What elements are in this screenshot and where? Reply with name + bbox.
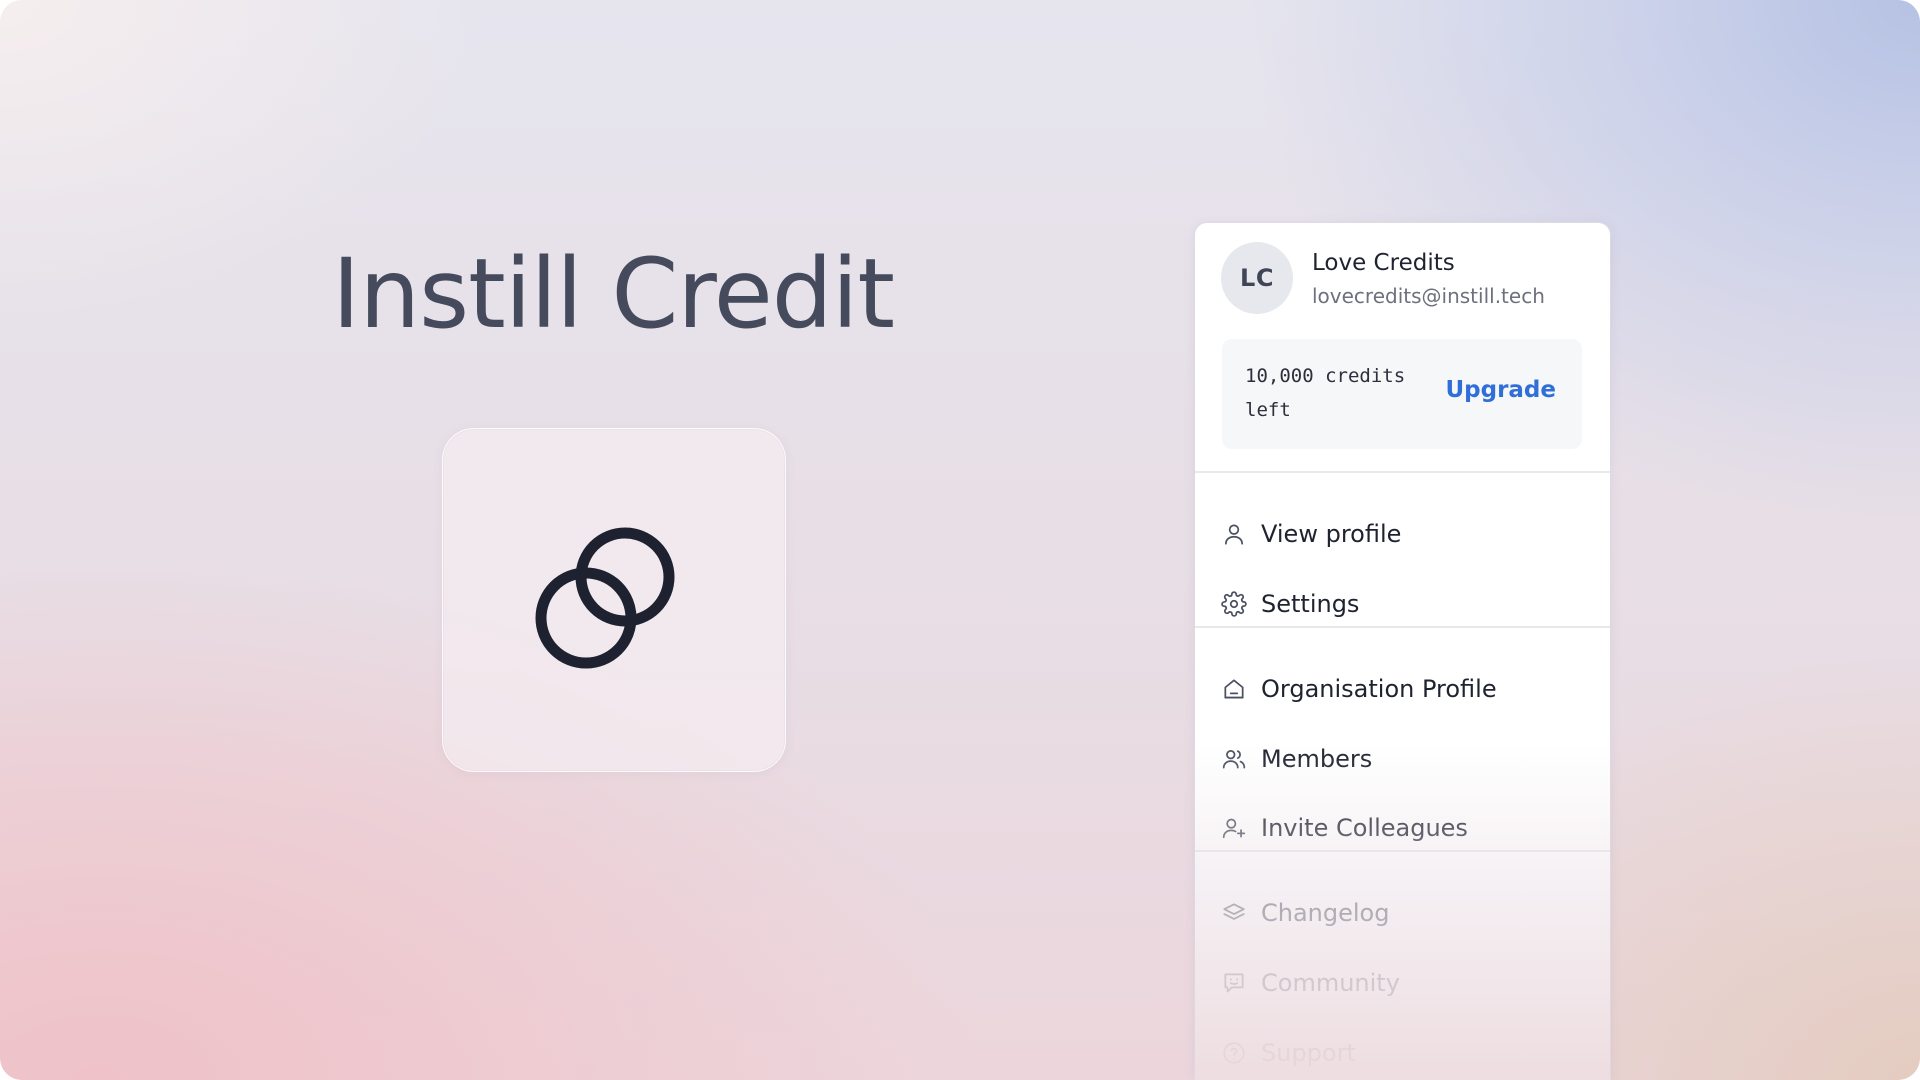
- menu-item-view-profile[interactable]: View profile: [1221, 514, 1401, 554]
- upgrade-button[interactable]: Upgrade: [1445, 377, 1556, 403]
- account-dropdown-menu: LC Love Credits lovecredits@instill.tech…: [1195, 223, 1610, 1080]
- hero-title: Instill Credit: [332, 238, 895, 350]
- user-plus-icon: [1221, 815, 1247, 841]
- chat-smile-icon: [1221, 970, 1247, 996]
- gear-icon: [1221, 591, 1247, 617]
- menu-divider: [1195, 471, 1610, 473]
- menu-item-settings[interactable]: Settings: [1221, 584, 1359, 624]
- menu-item-label: View profile: [1261, 520, 1402, 548]
- credits-balance: 10,000 credits left: [1245, 365, 1406, 421]
- overlapping-circles-icon: [535, 527, 675, 669]
- menu-item-label: Members: [1261, 745, 1373, 773]
- help-circle-icon: [1221, 1040, 1247, 1066]
- layers-icon: [1221, 900, 1247, 926]
- menu-item-invite-colleagues[interactable]: Invite Colleagues: [1221, 808, 1468, 848]
- menu-item-label: Organisation Profile: [1261, 675, 1497, 703]
- avatar[interactable]: LC: [1221, 242, 1293, 314]
- menu-item-changelog[interactable]: Changelog: [1221, 893, 1389, 933]
- building-icon: [1221, 676, 1247, 702]
- menu-divider: [1195, 850, 1610, 852]
- menu-item-organisation-profile[interactable]: Organisation Profile: [1221, 669, 1497, 709]
- menu-item-label: Invite Colleagues: [1261, 814, 1468, 842]
- menu-item-label: Support: [1261, 1039, 1356, 1067]
- users-icon: [1221, 746, 1247, 772]
- menu-item-label: Settings: [1261, 590, 1360, 618]
- menu-item-label: Changelog: [1261, 899, 1390, 927]
- credit-icon-tile: [442, 428, 786, 772]
- account-header: LC Love Credits lovecredits@instill.tech: [1221, 242, 1590, 314]
- background-canvas: Instill Credit LC Love Credits lovecredi…: [0, 0, 1920, 1080]
- menu-item-members[interactable]: Members: [1221, 739, 1372, 779]
- credits-panel: 10,000 credits left Upgrade: [1222, 339, 1582, 449]
- menu-divider: [1195, 626, 1610, 628]
- menu-item-label: Community: [1261, 969, 1400, 997]
- menu-item-support[interactable]: Support: [1221, 1033, 1356, 1073]
- account-email: lovecredits@instill.tech: [1312, 284, 1545, 308]
- menu-item-community[interactable]: Community: [1221, 963, 1400, 1003]
- user-icon: [1221, 521, 1247, 547]
- account-name: Love Credits: [1312, 250, 1455, 276]
